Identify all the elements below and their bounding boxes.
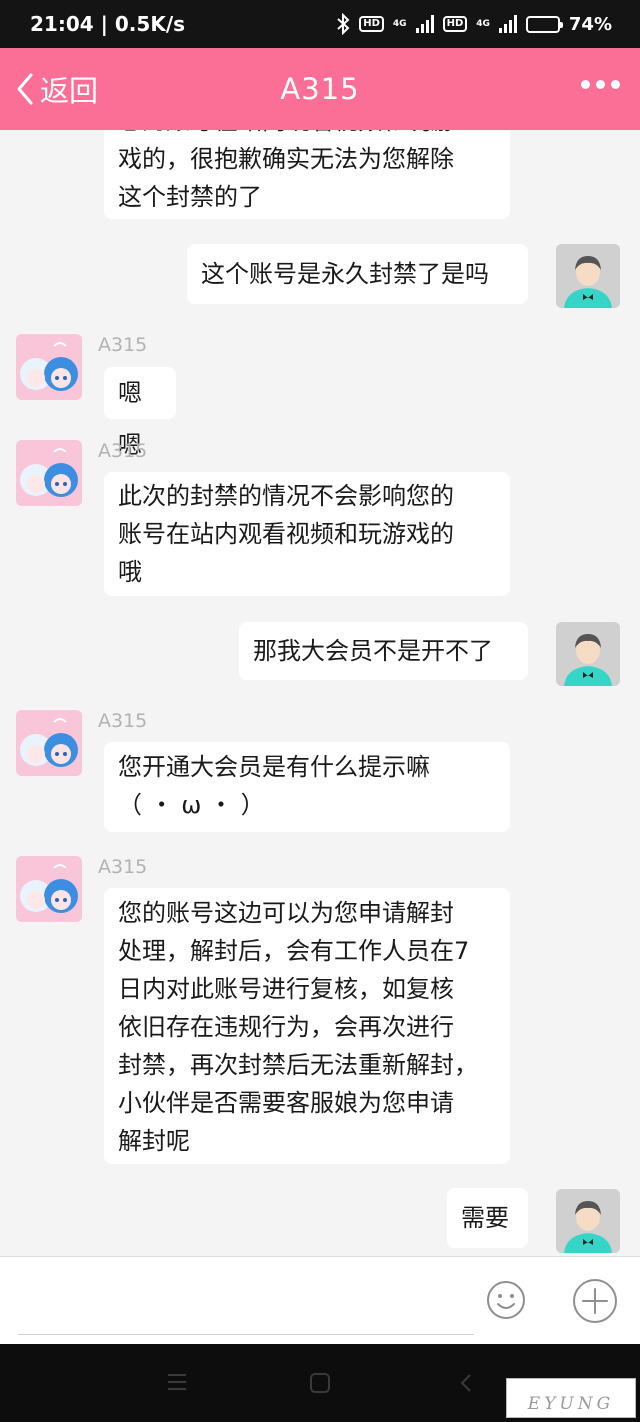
user-avatar-icon: [556, 622, 620, 686]
network-label-1: 4G: [392, 19, 407, 29]
watermark-logo: EYUNG: [506, 1378, 636, 1418]
message-bubble-agent: 此次的封禁的情况不会影响您的 账号在站内观看视频和玩游戏的 哦: [104, 472, 510, 596]
agent-avatar-icon: [16, 710, 82, 776]
agent-avatar[interactable]: [16, 334, 82, 400]
hd-badge-1: HD: [359, 16, 384, 32]
more-button[interactable]: [581, 80, 620, 89]
battery-percent: 74%: [568, 13, 612, 35]
user-avatar-icon: [556, 244, 620, 308]
back-button[interactable]: 返回: [14, 68, 98, 110]
signal-icon-2: [498, 15, 517, 33]
chat-area[interactable]: 您的账号在站内观看视频和玩游 戏的，很抱歉确实无法为您解除 这个封禁的了 这个账…: [0, 130, 640, 1256]
agent-avatar[interactable]: [16, 710, 82, 776]
agent-avatar[interactable]: [16, 856, 82, 922]
agent-avatar-icon: [16, 856, 82, 922]
input-bar: [0, 1256, 640, 1344]
network-label-2: 4G: [476, 19, 490, 29]
chat-title: A315: [280, 72, 360, 106]
bluetooth-icon: [337, 13, 350, 35]
message-bubble-user: 那我大会员不是开不了: [239, 622, 528, 680]
signal-icon-1: [415, 15, 434, 33]
sender-name: A315: [98, 710, 148, 732]
status-icons: HD 4G HD 4G 74%: [336, 13, 612, 35]
message-input[interactable]: [18, 1271, 474, 1335]
battery-icon: [525, 15, 563, 33]
sender-name: A315: [98, 856, 148, 878]
smiley-icon[interactable]: [486, 1280, 526, 1320]
agent-avatar-icon: [16, 440, 82, 506]
message-bubble-agent: 嗯嗯: [104, 367, 176, 459]
status-bar: 21:04 | 0.5K/s HD 4G HD 4G 74%: [0, 0, 640, 48]
message-bubble-agent: 您的账号在站内观看视频和玩游 戏的，很抱歉确实无法为您解除 这个封禁的了: [104, 130, 510, 219]
status-time-speed: 21:04 | 0.5K/s: [30, 12, 186, 36]
sender-name: A315: [98, 440, 148, 462]
message-bubble-agent: 您的账号这边可以为您申请解封 处理，解封后，会有工作人员在7 日内对此账号进行复…: [104, 888, 510, 1164]
user-avatar-icon: [556, 1189, 620, 1253]
message-bubble-user: 需要: [447, 1188, 528, 1248]
hd-badge-2: HD: [442, 16, 468, 32]
user-avatar[interactable]: [556, 1189, 620, 1253]
plus-circle-icon[interactable]: [572, 1278, 618, 1324]
message-bubble-agent: 您开通大会员是有什么提示嘛 （ ・ ω ・ ）: [104, 742, 510, 832]
home-icon[interactable]: [309, 1372, 331, 1394]
nav-bar: 返回 A315: [0, 48, 640, 130]
agent-avatar-icon: [16, 334, 82, 400]
back-label: 返回: [40, 74, 99, 108]
more-dot: [581, 80, 590, 89]
menu-icon[interactable]: [166, 1372, 188, 1392]
sender-name: A315: [98, 334, 148, 356]
chevron-left-icon: [17, 73, 33, 105]
user-avatar[interactable]: [556, 622, 620, 686]
user-avatar[interactable]: [556, 244, 620, 308]
message-bubble-user: 这个账号是永久封禁了是吗: [187, 244, 528, 304]
back-nav-icon[interactable]: [458, 1372, 474, 1394]
more-dot: [611, 80, 620, 89]
more-dot: [596, 80, 605, 89]
agent-avatar[interactable]: [16, 440, 82, 506]
